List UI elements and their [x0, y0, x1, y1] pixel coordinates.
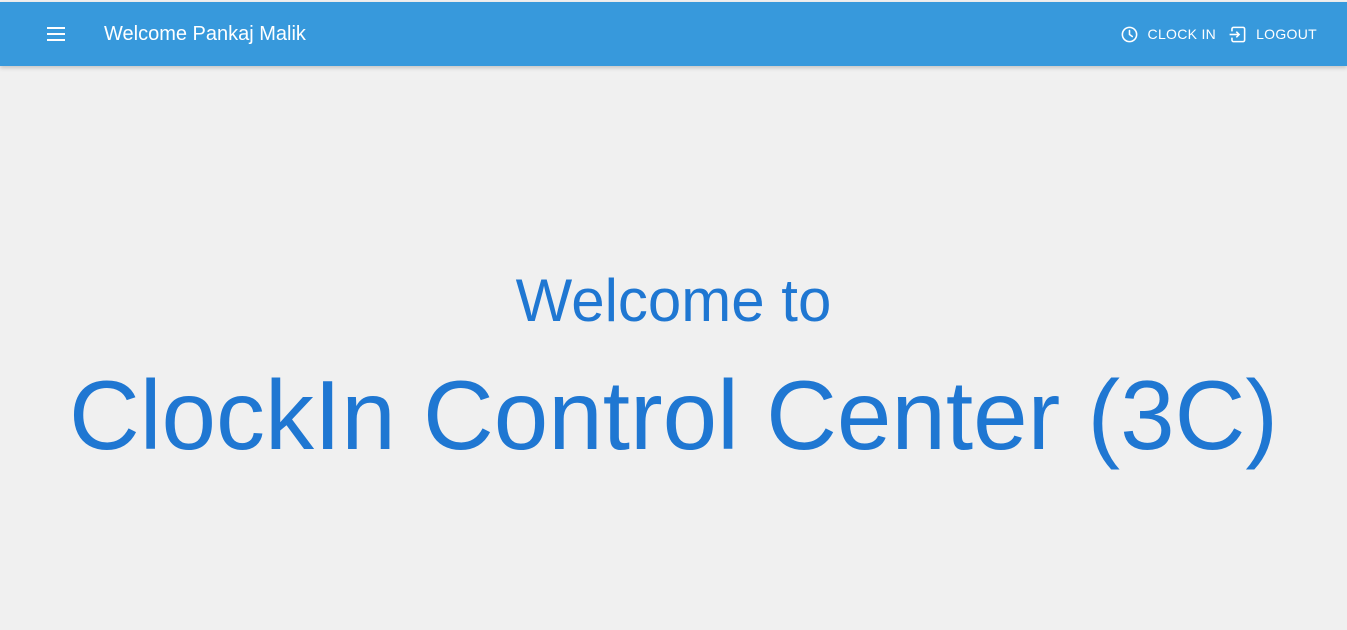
welcome-heading: Welcome to — [515, 267, 832, 334]
clock-icon — [1120, 25, 1139, 44]
app-bar-title: Welcome Pankaj Malik — [104, 23, 306, 45]
page: Welcome Pankaj Malik CLOCK IN LOGOUT Wel… — [0, 0, 1347, 630]
app-bar-actions: CLOCK IN LOGOUT — [1120, 2, 1317, 66]
logout-label: LOGOUT — [1256, 26, 1317, 42]
app-bar: Welcome Pankaj Malik CLOCK IN LOGOUT — [0, 2, 1347, 66]
menu-button[interactable] — [36, 14, 76, 54]
logout-icon — [1228, 25, 1247, 44]
welcome-hero: Welcome to ClockIn Control Center (3C) — [0, 66, 1347, 630]
hamburger-menu-icon — [46, 27, 66, 41]
logout-button[interactable]: LOGOUT — [1228, 16, 1317, 52]
clock-in-button[interactable]: CLOCK IN — [1120, 16, 1217, 52]
app-name-heading: ClockIn Control Center (3C) — [68, 360, 1279, 470]
clock-in-label: CLOCK IN — [1147, 26, 1217, 42]
